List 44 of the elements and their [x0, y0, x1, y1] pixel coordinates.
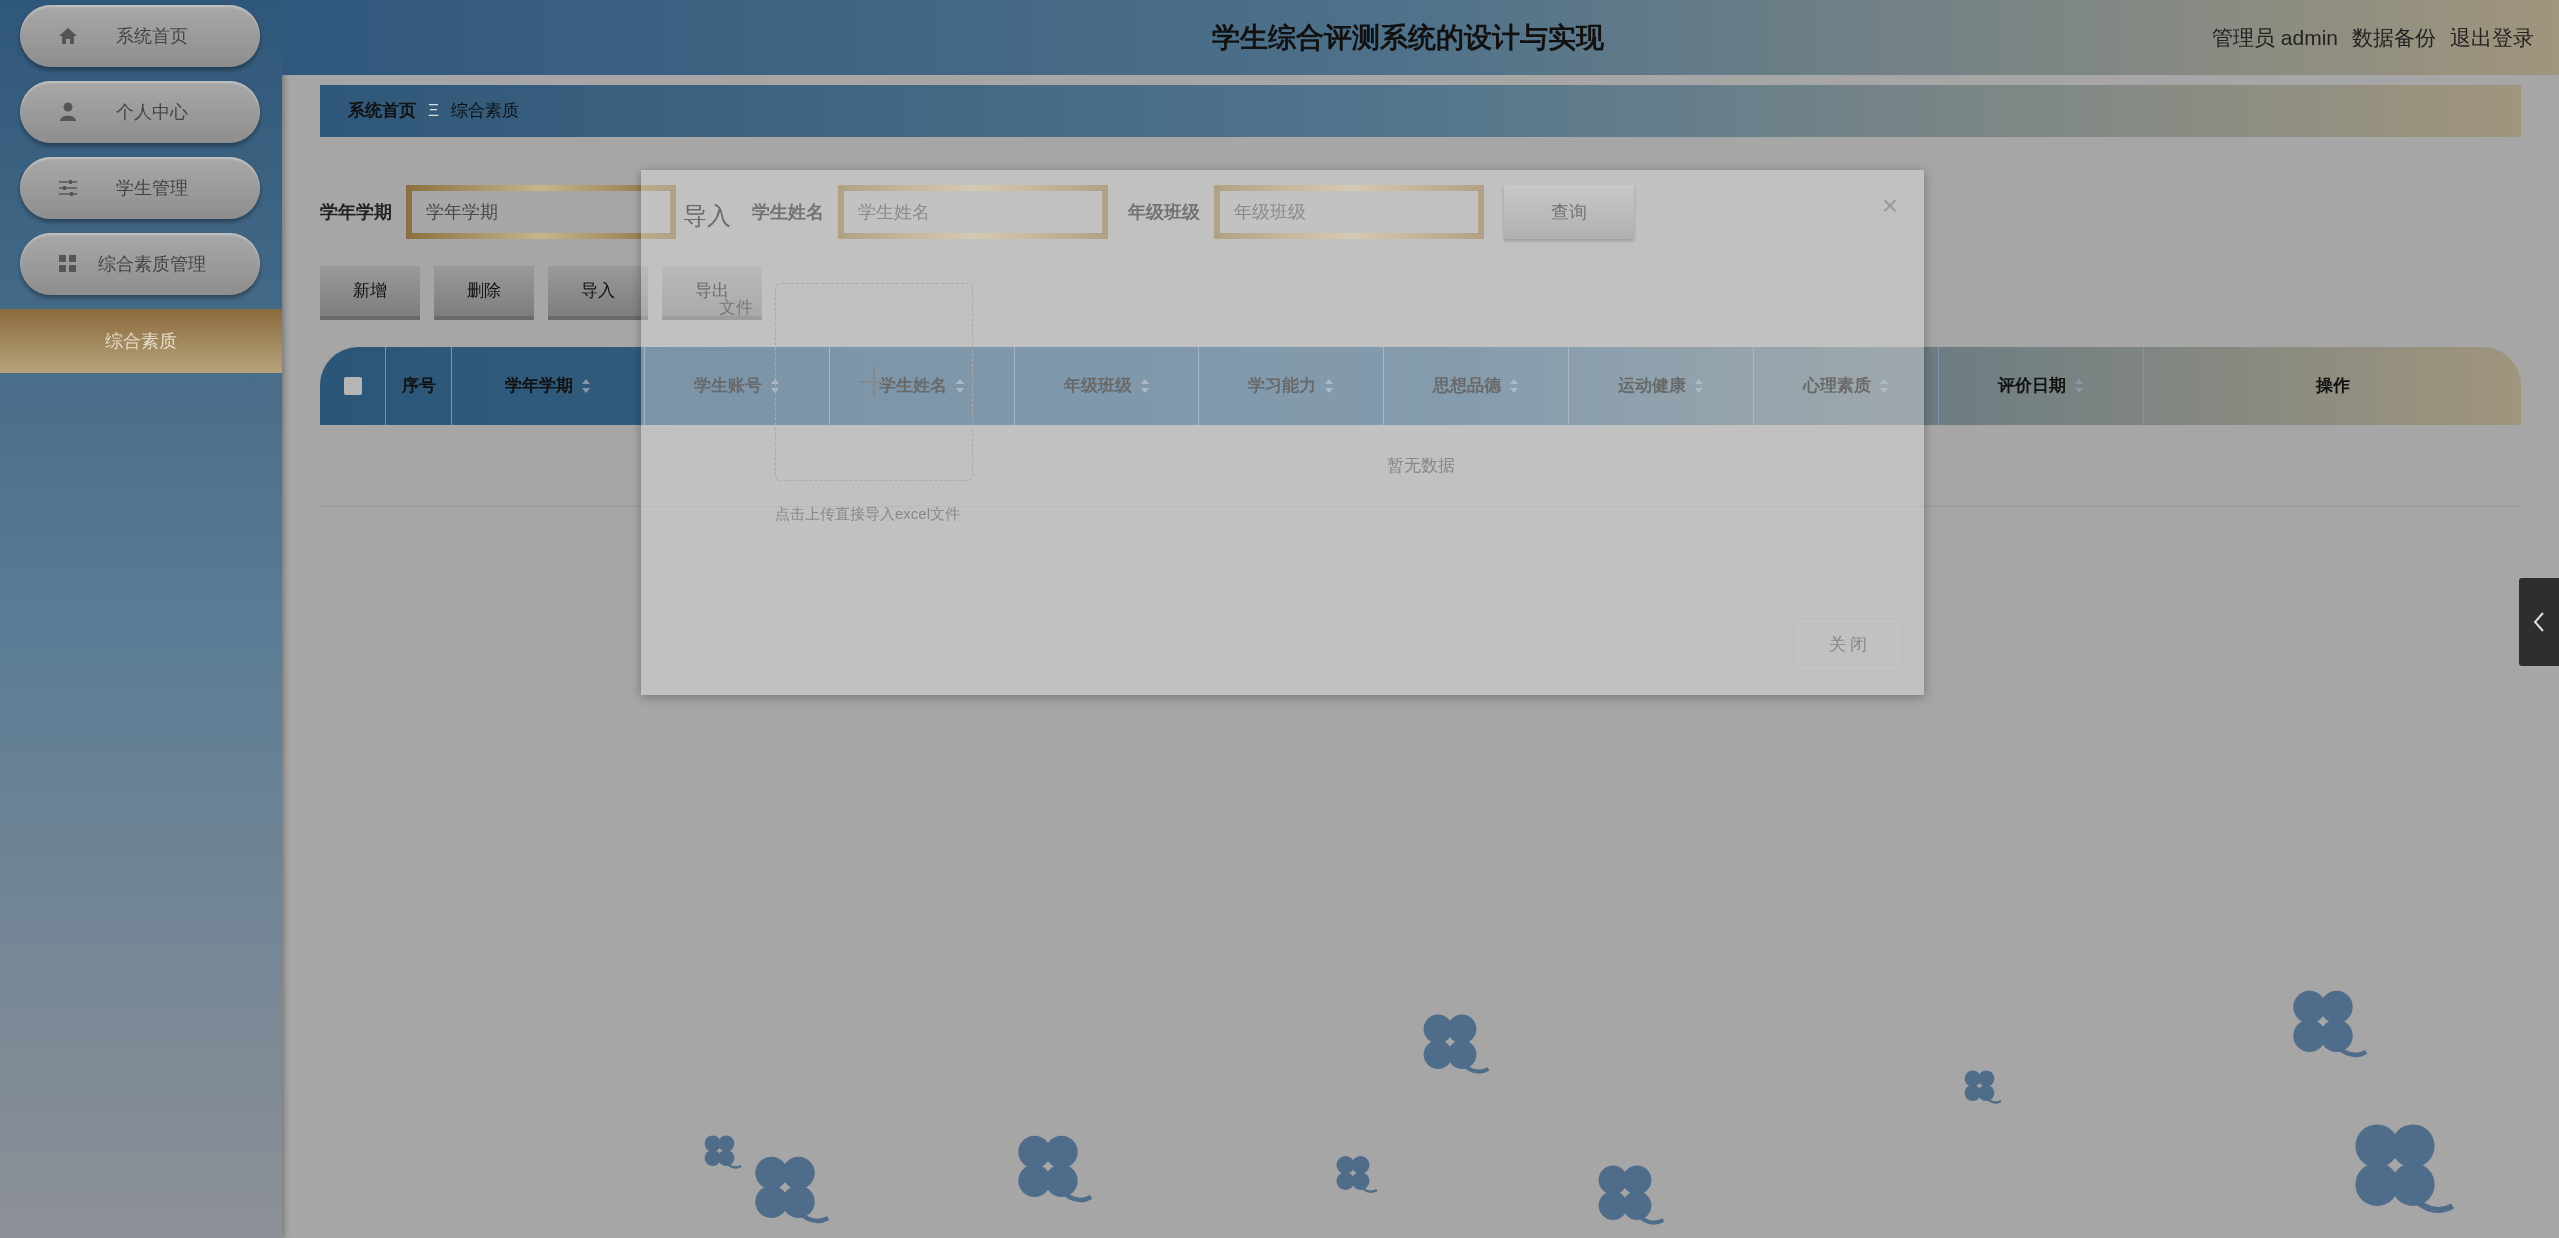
sidebar-item[interactable]: 个人中心: [20, 81, 260, 143]
action-button[interactable]: 删除: [434, 266, 534, 320]
column-header[interactable]: 心理素质: [1754, 347, 1939, 425]
column-header[interactable]: 学年学期: [452, 347, 645, 425]
action-button[interactable]: 导入: [548, 266, 648, 320]
search-button[interactable]: 查询: [1504, 185, 1634, 239]
user-icon: [59, 102, 77, 122]
action-button[interactable]: 新增: [320, 266, 420, 320]
column-header[interactable]: 年级班级: [1015, 347, 1199, 425]
column-header[interactable]: 学习能力: [1199, 347, 1384, 425]
home-icon: [58, 27, 78, 45]
grid-icon: [59, 255, 77, 273]
sidebar-item[interactable]: 学生管理: [20, 157, 260, 219]
column-header[interactable]: 思想品德: [1384, 347, 1569, 425]
sidebar-item[interactable]: 系统首页: [20, 5, 260, 67]
column-header[interactable]: 学生账号: [645, 347, 830, 425]
chevron-left-icon: [2532, 611, 2546, 633]
close-button[interactable]: ×: [1881, 192, 1898, 220]
upload-area[interactable]: [775, 283, 973, 481]
field-label: 学生姓名: [752, 200, 824, 224]
separator-icon: Ξ: [428, 98, 440, 124]
field-label: 年级班级: [1128, 200, 1200, 224]
column-header[interactable]: 序号: [386, 347, 452, 425]
column-header[interactable]: 操作: [2144, 347, 2521, 425]
sidebar-subitem[interactable]: 综合素质: [0, 309, 282, 373]
column-header[interactable]: 评价日期: [1939, 347, 2144, 425]
search-field[interactable]: 学生姓名: [838, 185, 1108, 239]
breadcrumb-link[interactable]: 系统首页: [348, 98, 416, 124]
breadcrumb-link[interactable]: 综合素质: [451, 98, 520, 124]
field-label: 学年学期: [320, 200, 392, 224]
column-header[interactable]: 运动健康: [1569, 347, 1754, 425]
sidebar-item[interactable]: 综合素质管理: [20, 233, 260, 295]
search-field[interactable]: 年级班级: [1214, 185, 1484, 239]
header-link[interactable]: 退出登录: [2450, 21, 2534, 54]
close-dialog-button[interactable]: 关 闭: [1798, 621, 1898, 669]
checkbox[interactable]: [343, 377, 362, 395]
empty-message: 暂无数据: [1386, 455, 1455, 477]
user-name: 管理员 admin: [2211, 24, 2338, 51]
search-field[interactable]: 学年学期: [406, 185, 676, 239]
sliders-icon: [58, 179, 78, 197]
collapse-tab[interactable]: [2519, 578, 2559, 666]
window-title: 学生综合评测系统的设计与实现: [1212, 20, 1604, 55]
header-link[interactable]: 数据备份: [2352, 21, 2436, 54]
dialog-title: 导入: [683, 201, 731, 231]
